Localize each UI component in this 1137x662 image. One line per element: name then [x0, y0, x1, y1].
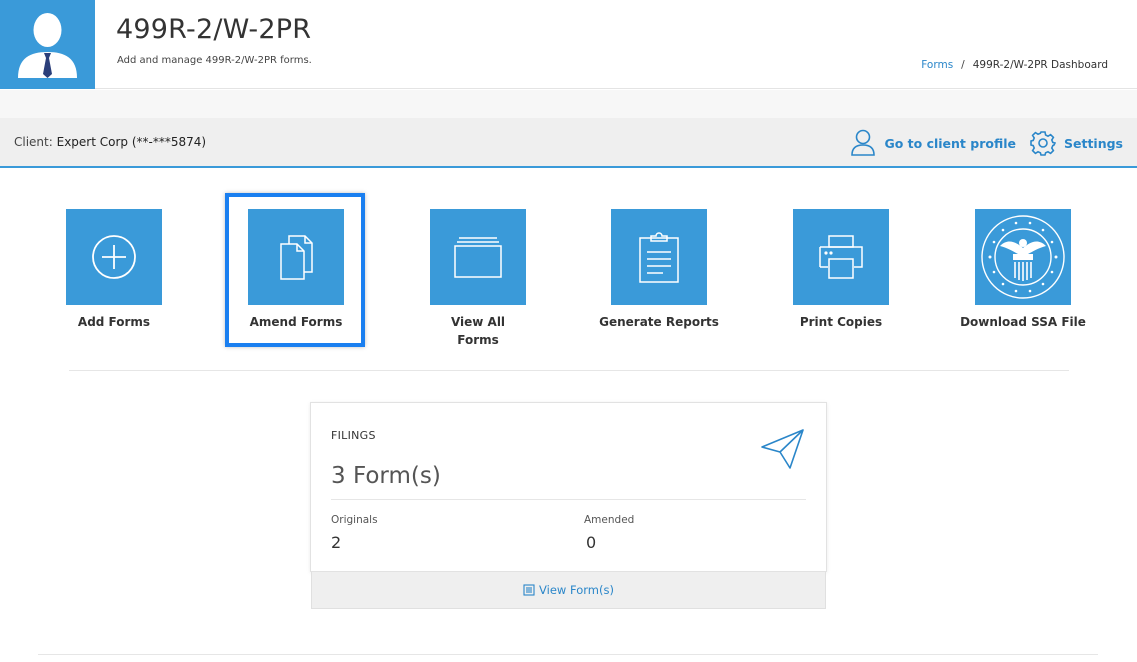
download-ssa-file-label: Download SSA File: [960, 315, 1086, 329]
printer-icon: [819, 235, 863, 279]
clipboard-icon: [639, 232, 679, 283]
generate-reports-tile[interactable]: Generate Reports: [599, 209, 719, 331]
filings-divider: [331, 499, 806, 500]
add-forms-tile[interactable]: Add Forms: [66, 209, 162, 331]
client-info: Client: Expert Corp (**-***5874): [14, 135, 206, 149]
plus-circle-icon: [92, 235, 136, 279]
download-ssa-file-tile[interactable]: Download SSA File: [960, 209, 1086, 331]
filings-card: FILINGS 3 Form(s) Originals 2 Amended 0: [310, 402, 827, 572]
page-header: 499R-2/W-2PR Add and manage 499R-2/W-2PR…: [0, 0, 1137, 89]
print-copies-tile[interactable]: Print Copies: [793, 209, 889, 331]
user-outline-icon: [851, 129, 876, 156]
generate-reports-tile-square: [611, 209, 707, 305]
amended-value: 0: [586, 533, 597, 552]
print-copies-label: Print Copies: [799, 315, 883, 329]
view-all-forms-label: View All Forms: [450, 315, 506, 347]
generate-reports-label: Generate Reports: [599, 315, 719, 329]
settings-link[interactable]: Settings: [1030, 130, 1123, 156]
filings-count: 3 Form(s): [331, 463, 441, 489]
section-divider: [69, 370, 1069, 371]
print-copies-tile-square: [793, 209, 889, 305]
go-to-client-profile-link[interactable]: Go to client profile: [850, 129, 1016, 157]
view-forms-button[interactable]: View Form(s): [311, 572, 826, 609]
user-avatar-icon: [18, 13, 77, 78]
paper-plane-icon: [761, 429, 804, 469]
breadcrumb-current: 499R-2/W-2PR Dashboard: [972, 59, 1108, 71]
amend-forms-label: Amend Forms: [249, 315, 343, 329]
ssa-seal-icon: [981, 215, 1065, 299]
action-tiles: Add Forms Amend Forms View All Forms Gen…: [0, 195, 1137, 365]
settings-label: Settings: [1063, 135, 1123, 151]
originals-value: 2: [331, 533, 342, 552]
page-title: 499R-2/W-2PR: [116, 14, 312, 45]
list-icon: [523, 584, 535, 596]
client-name: Expert Corp (**-***5874): [56, 135, 207, 149]
view-all-forms-tile-square: [430, 209, 526, 305]
gear-icon: [1030, 131, 1056, 156]
breadcrumb-forms-link[interactable]: Forms: [921, 59, 953, 71]
client-label: Client:: [14, 135, 53, 149]
amend-forms-tile[interactable]: Amend Forms: [248, 209, 344, 331]
client-actions: Go to client profile Settings: [836, 129, 1123, 157]
breadcrumb: Forms / 499R-2/W-2PR Dashboard: [921, 59, 1108, 71]
go-to-client-profile-label: Go to client profile: [884, 135, 1016, 151]
header-spacer: [0, 90, 1137, 118]
avatar: [0, 0, 95, 89]
amend-forms-tile-square: [248, 209, 344, 305]
client-bar: Client: Expert Corp (**-***5874) Go to c…: [0, 118, 1137, 168]
page-subtitle: Add and manage 499R-2/W-2PR forms.: [117, 55, 312, 66]
folder-stack-icon: [454, 237, 502, 278]
footer-divider: [38, 654, 1098, 655]
view-forms-label: View Form(s): [539, 583, 614, 597]
add-forms-label: Add Forms: [77, 315, 151, 329]
documents-icon: [280, 235, 313, 280]
originals-label: Originals: [331, 514, 378, 526]
filings-title: FILINGS: [331, 429, 376, 442]
download-ssa-file-tile-square: [975, 209, 1071, 305]
view-all-forms-tile[interactable]: View All Forms: [430, 209, 526, 349]
add-forms-tile-square: [66, 209, 162, 305]
breadcrumb-separator: /: [961, 59, 965, 71]
amended-label: Amended: [584, 514, 635, 526]
